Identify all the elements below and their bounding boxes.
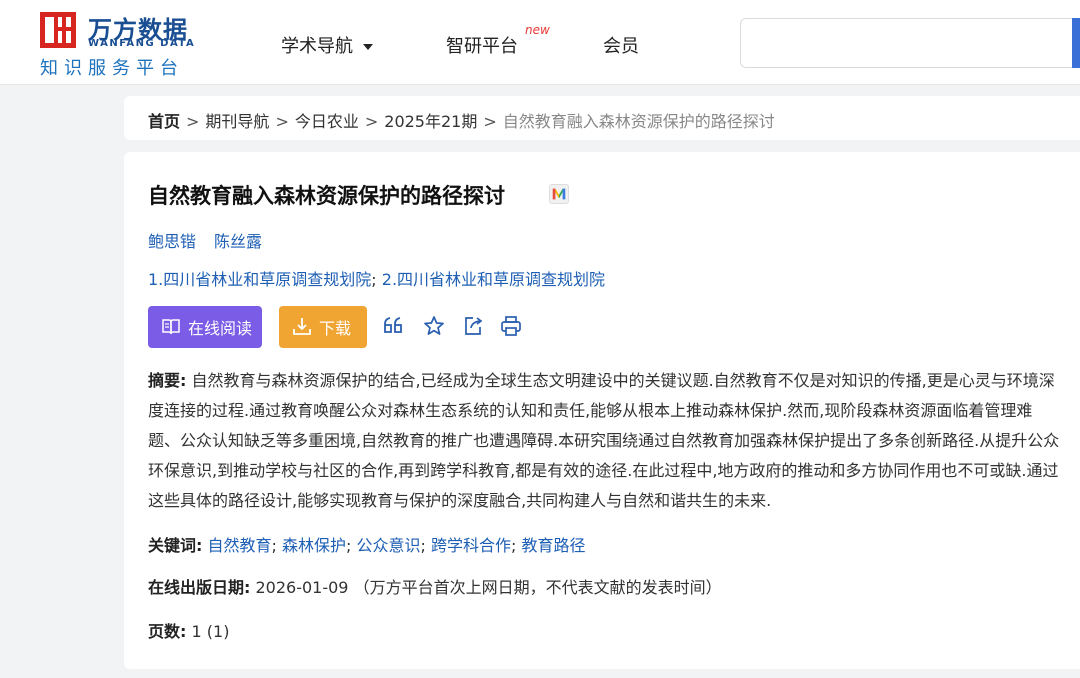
breadcrumb-separator: >: [275, 112, 289, 131]
affiliation-list: 1.四川省林业和草原调查规划院; 2.四川省林业和草原调查规划院: [148, 266, 605, 290]
read-online-button[interactable]: 在线阅读: [148, 306, 262, 348]
author-link[interactable]: 鲍思锴: [148, 232, 196, 251]
read-free-icon: [162, 319, 180, 335]
wanfang-logo-icon: [40, 12, 76, 48]
nav-zhiyan-label: 智研平台: [446, 36, 518, 57]
abstract: 摘要: 自然教育与森林资源保护的结合,已经成为全球生态文明建设中的关键议题.自然…: [148, 366, 1060, 516]
affiliation-separator: ;: [371, 270, 377, 289]
article-title: 自然教育融入森林资源保护的路径探讨: [148, 184, 505, 208]
read-online-label: 在线阅读: [188, 319, 253, 338]
breadcrumb: 首页 > 期刊导航 > 今日农业 >2025年21期 > 自然教育融入森林资源保护的路径探讨: [148, 108, 775, 132]
download-free-icon: [293, 318, 311, 335]
keyword-separator: ;: [511, 536, 517, 555]
breadcrumb-journal[interactable]: 今日农业: [295, 112, 359, 131]
keyword-link[interactable]: 跨学科合作: [431, 536, 511, 555]
nav-zhiyan-platform[interactable]: 智研平台 new: [446, 23, 550, 58]
publish-date-note: （万方平台首次上网日期，不代表文献的发表时间）: [353, 578, 722, 597]
breadcrumb-separator: >: [364, 112, 379, 131]
pages-row: 页数: 1 (1): [148, 618, 229, 642]
m-badge-icon[interactable]: [549, 184, 569, 204]
author-link[interactable]: 陈丝露: [214, 232, 262, 251]
nav-academic-navigation[interactable]: 学术导航: [281, 32, 373, 58]
pages-value: 1 (1): [191, 622, 230, 641]
publish-date-label: 在线出版日期:: [148, 578, 251, 597]
print-icon[interactable]: [499, 314, 523, 338]
keywords-row: 关键词: 自然教育; 森林保护; 公众意识; 跨学科合作; 教育路径: [148, 532, 586, 556]
breadcrumb-issue[interactable]: 2025年21期: [384, 112, 477, 131]
article-card: 自然教育融入森林资源保护的路径探讨 鲍思锴 陈丝露 1.四川省林业和草原调查规划院…: [124, 152, 1080, 669]
logo-slogan: 知识服务平台: [40, 58, 184, 79]
keyword-separator: ;: [271, 536, 277, 555]
top-header: 万方数据 WANFANG DATA 知识服务平台 学术导航 智研平台 new 会…: [0, 0, 1080, 85]
share-icon[interactable]: [461, 314, 485, 338]
abstract-text: 自然教育与森林资源保护的结合,已经成为全球生态文明建设中的关键议题.自然教育不仅…: [148, 371, 1060, 510]
nav-member-label: 会员: [603, 36, 639, 57]
nav-member[interactable]: 会员: [603, 32, 639, 58]
new-badge: new: [525, 23, 550, 37]
download-button[interactable]: 下载: [279, 306, 367, 348]
download-label: 下载: [319, 319, 352, 338]
nav-academic-label: 学术导航: [281, 36, 353, 57]
publish-date-value: 2026-01-09: [255, 578, 349, 597]
keyword-link[interactable]: 教育路径: [522, 536, 586, 555]
keyword-separator: ;: [420, 536, 426, 555]
star-icon[interactable]: [422, 314, 446, 338]
keyword-link[interactable]: 自然教育: [208, 536, 272, 555]
affiliation-link[interactable]: 1.四川省林业和草原调查规划院: [148, 270, 371, 289]
breadcrumb-home[interactable]: 首页: [148, 112, 180, 131]
quote-icon[interactable]: [381, 314, 405, 338]
logo-english: WANFANG DATA: [88, 38, 196, 49]
search-button[interactable]: [1072, 18, 1080, 68]
site-logo[interactable]: 万方数据 WANFANG DATA 知识服务平台: [40, 12, 210, 79]
breadcrumb-separator: >: [483, 112, 497, 131]
breadcrumb-separator: >: [186, 112, 200, 131]
affiliation-link[interactable]: 2.四川省林业和草原调查规划院: [382, 270, 605, 289]
author-list: 鲍思锴 陈丝露: [148, 228, 280, 252]
abstract-label: 摘要:: [148, 371, 187, 390]
breadcrumb-journals[interactable]: 期刊导航: [205, 112, 269, 131]
breadcrumb-bar: 首页 > 期刊导航 > 今日农业 >2025年21期 > 自然教育融入森林资源保护的路径探讨: [124, 96, 1080, 140]
breadcrumb-current: 自然教育融入森林资源保护的路径探讨: [502, 112, 775, 131]
search-input[interactable]: [740, 18, 1080, 68]
keywords-label: 关键词:: [148, 536, 203, 555]
pages-label: 页数:: [148, 622, 187, 641]
keyword-separator: ;: [346, 536, 352, 555]
publish-date-row: 在线出版日期: 2026-01-09 （万方平台首次上网日期，不代表文献的发表时…: [148, 574, 722, 598]
keyword-link[interactable]: 公众意识: [357, 536, 421, 555]
keyword-link[interactable]: 森林保护: [282, 536, 346, 555]
caret-down-icon: [363, 44, 373, 50]
